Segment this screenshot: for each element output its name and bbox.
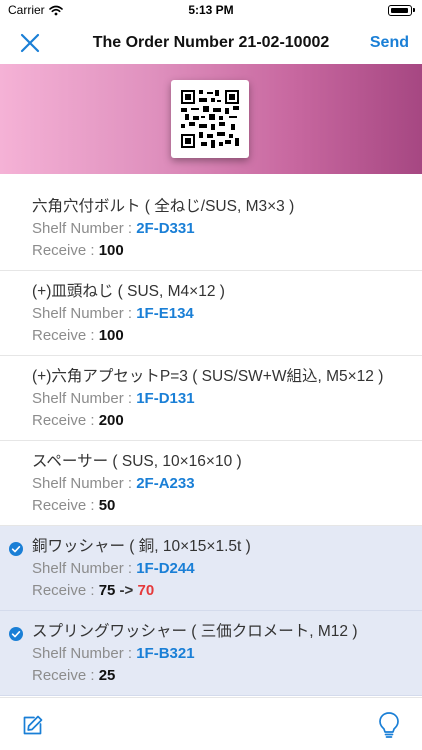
receive-label: Receive : <box>32 412 99 429</box>
receive-line: Receive : 100 <box>32 240 422 262</box>
item-list: 六角穴付ボルト ( 全ねじ/SUS, M3×3 ) Shelf Number :… <box>0 186 422 696</box>
receive-line: Receive : 75 -> 70 <box>32 580 422 602</box>
checkmark-circle-icon <box>9 542 23 556</box>
receive-line: Receive : 50 <box>32 495 422 517</box>
compose-icon[interactable] <box>21 713 45 737</box>
shelf-label: Shelf Number : <box>32 390 137 407</box>
qr-code-icon <box>181 90 239 148</box>
shelf-number: 1F-B321 <box>136 645 195 662</box>
shelf-label: Shelf Number : <box>32 305 137 322</box>
list-item-checked[interactable]: 銅ワッシャー ( 銅, 10×15×1.5t ) Shelf Number : … <box>0 526 422 611</box>
list-item[interactable]: 六角穴付ボルト ( 全ねじ/SUS, M3×3 ) Shelf Number :… <box>0 186 422 271</box>
shelf-line: Shelf Number : 1F-D244 <box>32 558 422 580</box>
shelf-number: 2F-D331 <box>136 220 195 237</box>
receive-quantity: 100 <box>98 327 124 344</box>
order-banner <box>0 64 422 174</box>
item-name: (+)六角アプセットP=3 ( SUS/SW+W組込, M5×12 ) <box>32 368 384 385</box>
shelf-line: Shelf Number : 1F-E134 <box>32 303 422 325</box>
item-name: 六角穴付ボルト ( 全ねじ/SUS, M3×3 ) <box>32 198 295 215</box>
send-button[interactable]: Send <box>370 34 409 52</box>
list-item[interactable]: (+)皿頭ねじ ( SUS, M4×12 ) Shelf Number : 1F… <box>0 271 422 356</box>
page-title: The Order Number 21-02-10002 <box>92 34 330 51</box>
shelf-number: 2F-A233 <box>136 475 195 492</box>
item-name: (+)皿頭ねじ ( SUS, M4×12 ) <box>32 283 225 300</box>
receive-label: Receive : <box>32 667 99 684</box>
list-item-checked[interactable]: スプリングワッシャー ( 三価クロメート, M12 ) Shelf Number… <box>0 611 422 696</box>
status-bar: Carrier 5:13 PM <box>0 0 422 22</box>
checkmark-circle-icon <box>9 627 23 641</box>
receive-label: Receive : <box>32 327 99 344</box>
nav-bar: The Order Number 21-02-10002 Send <box>0 22 422 64</box>
receive-arrow: -> <box>115 582 138 599</box>
shelf-label: Shelf Number : <box>32 645 137 662</box>
receive-line: Receive : 100 <box>32 325 422 347</box>
shelf-number: 1F-D244 <box>136 560 195 577</box>
bottom-toolbar <box>0 697 422 750</box>
shelf-number: 1F-E134 <box>136 305 194 322</box>
list-item[interactable]: スペーサー ( SUS, 10×16×10 ) Shelf Number : 2… <box>0 441 422 526</box>
shelf-line: Shelf Number : 1F-B321 <box>32 643 422 665</box>
receive-quantity: 25 <box>98 667 116 684</box>
shelf-number: 1F-D131 <box>136 390 195 407</box>
receive-line: Receive : 200 <box>32 410 422 432</box>
receive-line: Receive : 25 <box>32 665 422 687</box>
item-name: スプリングワッシャー ( 三価クロメート, M12 ) <box>32 623 358 640</box>
lightbulb-icon[interactable] <box>377 711 401 739</box>
receive-label: Receive : <box>32 242 99 259</box>
receive-label: Receive : <box>32 582 99 599</box>
receive-quantity: 200 <box>98 412 124 429</box>
shelf-label: Shelf Number : <box>32 220 137 237</box>
receive-quantity: 100 <box>98 242 124 259</box>
receive-quantity: 50 <box>98 497 116 514</box>
shelf-line: Shelf Number : 1F-D131 <box>32 388 422 410</box>
shelf-label: Shelf Number : <box>32 475 137 492</box>
receive-corrected-quantity: 70 <box>137 582 155 599</box>
status-time: 5:13 PM <box>188 3 234 17</box>
item-name: スペーサー ( SUS, 10×16×10 ) <box>32 453 242 470</box>
shelf-label: Shelf Number : <box>32 560 137 577</box>
list-item[interactable]: (+)六角アプセットP=3 ( SUS/SW+W組込, M5×12 ) Shel… <box>0 356 422 441</box>
shelf-line: Shelf Number : 2F-A233 <box>32 473 422 495</box>
receive-label: Receive : <box>32 497 99 514</box>
receive-quantity: 75 <box>98 582 116 599</box>
qr-code-card[interactable] <box>171 80 249 158</box>
item-name: 銅ワッシャー ( 銅, 10×15×1.5t ) <box>32 538 251 555</box>
battery-icon <box>388 5 415 16</box>
shelf-line: Shelf Number : 2F-D331 <box>32 218 422 240</box>
battery-level <box>390 7 408 13</box>
